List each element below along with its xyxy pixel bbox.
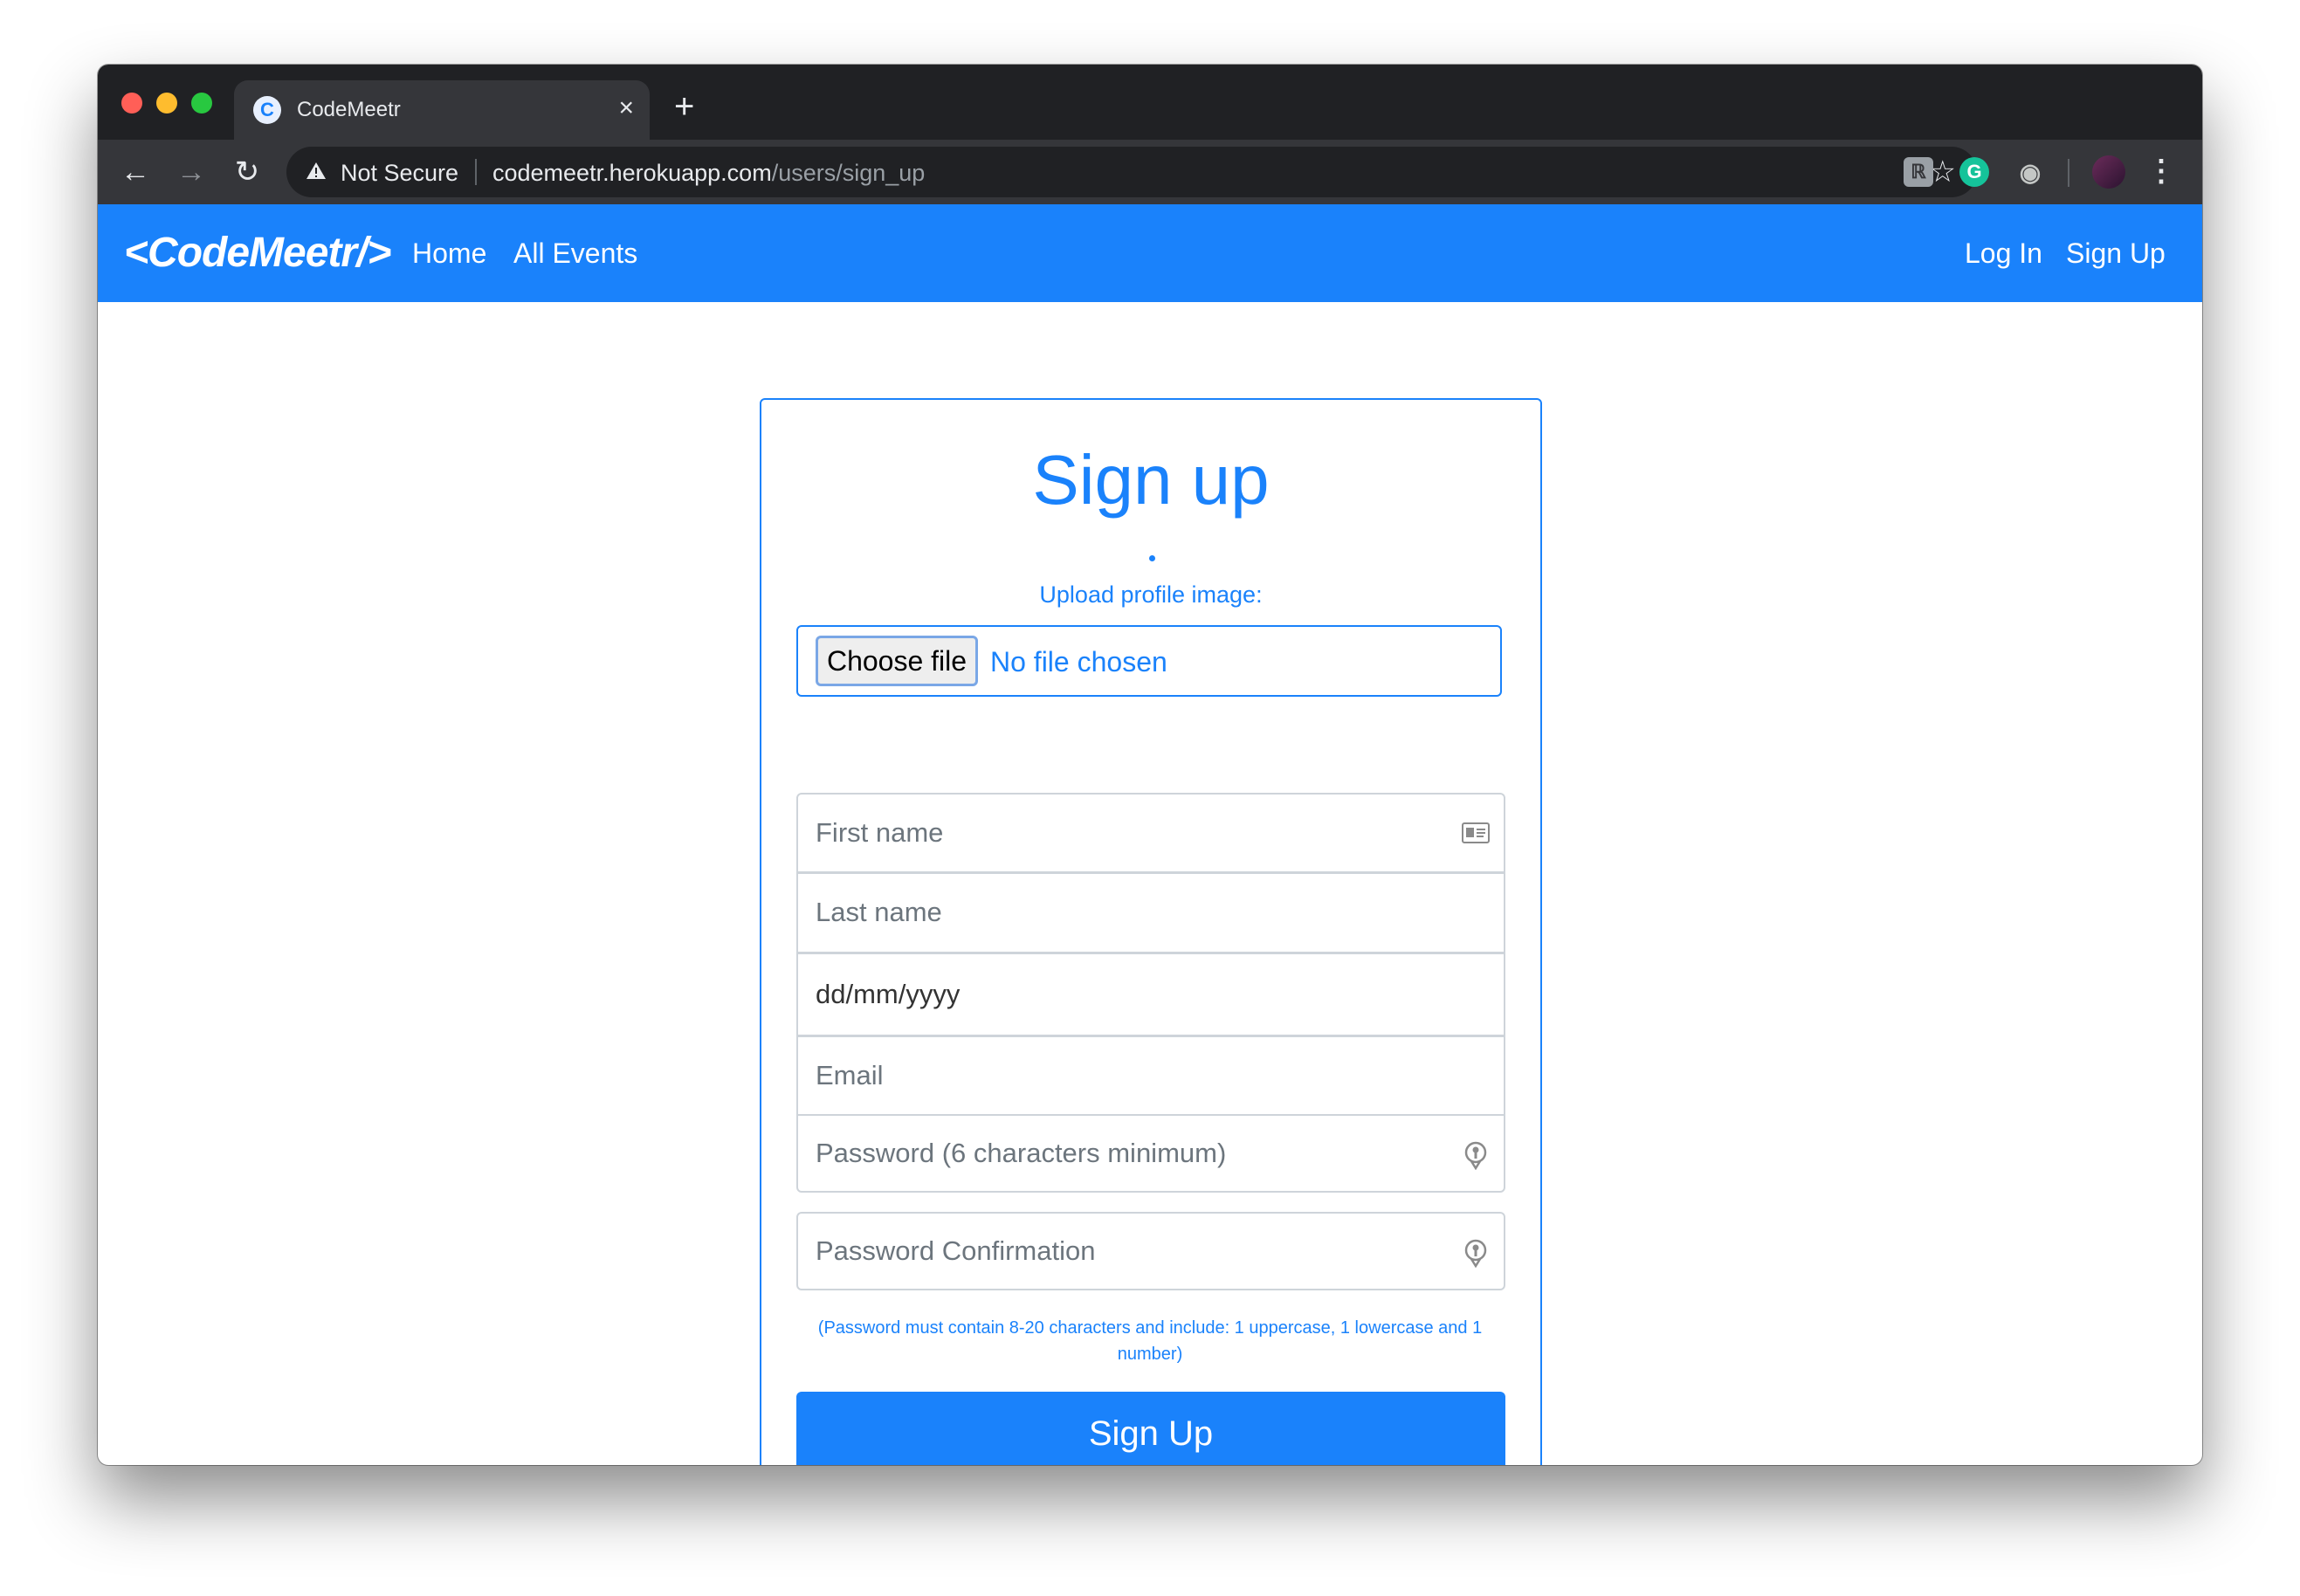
browser-toolbar: ← → ↻ Not Secure codemeetr.herokuapp.com…: [98, 140, 2202, 204]
reload-icon[interactable]: ↻: [229, 154, 265, 190]
new-tab-button[interactable]: +: [674, 89, 694, 124]
password-key-icon[interactable]: [1463, 1140, 1488, 1170]
url-text[interactable]: codemeetr.herokuapp.com/users/sign_up: [492, 160, 925, 187]
tab-strip: C CodeMeetr × +: [98, 65, 2202, 140]
tab-close-icon[interactable]: ×: [618, 93, 634, 124]
profile-image-input[interactable]: Choose file No file chosen: [796, 625, 1502, 697]
security-label[interactable]: Not Secure: [341, 160, 458, 187]
last-name-field[interactable]: Last name: [796, 872, 1505, 953]
signup-card: Sign up Upload profile image: Choose fil…: [760, 398, 1542, 1465]
tab-codemeetr[interactable]: C CodeMeetr ×: [234, 80, 650, 140]
close-window-button[interactable]: [121, 93, 142, 114]
choose-file-button[interactable]: Choose file: [816, 636, 978, 686]
password-placeholder: Password (6 characters minimum): [816, 1138, 1227, 1168]
kebab-menu-icon[interactable]: ⋮: [2146, 152, 2176, 190]
password-hint: (Password must contain 8-20 characters a…: [817, 1318, 1483, 1364]
extension-icon[interactable]: ℝ: [1904, 157, 1933, 187]
password-key-icon[interactable]: [1463, 1238, 1488, 1268]
address-separator: [475, 159, 477, 185]
nav-link-log-in[interactable]: Log In: [1965, 237, 2042, 270]
email-field[interactable]: Email: [796, 1035, 1505, 1116]
grammarly-icon[interactable]: G: [1959, 157, 1989, 187]
warning-triangle-icon: [306, 162, 326, 179]
first-name-placeholder: First name: [816, 817, 944, 848]
address-bar[interactable]: Not Secure codemeetr.herokuapp.com/users…: [286, 147, 1977, 197]
maximize-window-button[interactable]: [191, 93, 212, 114]
last-name-placeholder: Last name: [816, 897, 942, 927]
nav-link-sign-up[interactable]: Sign Up: [2066, 237, 2166, 270]
brand-logo[interactable]: <CodeMeetr/>: [124, 229, 391, 277]
toolbar-separator: [2068, 159, 2069, 187]
site-navbar: <CodeMeetr/> Home All Events Log In Sign…: [98, 204, 2202, 302]
upload-label: Upload profile image:: [1039, 581, 1263, 608]
password-field[interactable]: Password (6 characters minimum): [796, 1114, 1505, 1193]
camera-icon[interactable]: ◉: [2015, 157, 2045, 187]
sign-up-button[interactable]: Sign Up: [796, 1392, 1505, 1465]
browser-window: C CodeMeetr × + ← → ↻ Not Secure codemee…: [98, 65, 2202, 1465]
url-host: codemeetr.herokuapp.com: [492, 160, 772, 186]
codemeetr-favicon-icon: C: [253, 96, 281, 124]
nav-link-all-events[interactable]: All Events: [513, 237, 637, 270]
minimize-window-button[interactable]: [156, 93, 177, 114]
arrow-left-icon[interactable]: ←: [117, 154, 154, 190]
url-path: /users/sign_up: [771, 160, 926, 186]
email-placeholder: Email: [816, 1060, 884, 1090]
avatar[interactable]: [2092, 155, 2125, 189]
contact-card-icon: [1462, 822, 1490, 843]
nav-link-home[interactable]: Home: [412, 237, 486, 270]
first-name-field[interactable]: First name: [796, 793, 1505, 873]
page-title: Sign up: [1032, 441, 1270, 519]
star-icon[interactable]: ☆: [1930, 155, 1956, 189]
arrow-right-icon[interactable]: →: [173, 154, 210, 190]
tab-title: CodeMeetr: [297, 98, 401, 121]
decorative-dot: [1149, 555, 1155, 561]
password-confirmation-placeholder: Password Confirmation: [816, 1235, 1096, 1266]
date-of-birth-field[interactable]: dd/mm/yyyy: [796, 953, 1505, 1036]
password-confirmation-field[interactable]: Password Confirmation: [796, 1212, 1505, 1290]
date-of-birth-placeholder: dd/mm/yyyy: [816, 979, 961, 1009]
file-status: No file chosen: [990, 646, 1167, 678]
